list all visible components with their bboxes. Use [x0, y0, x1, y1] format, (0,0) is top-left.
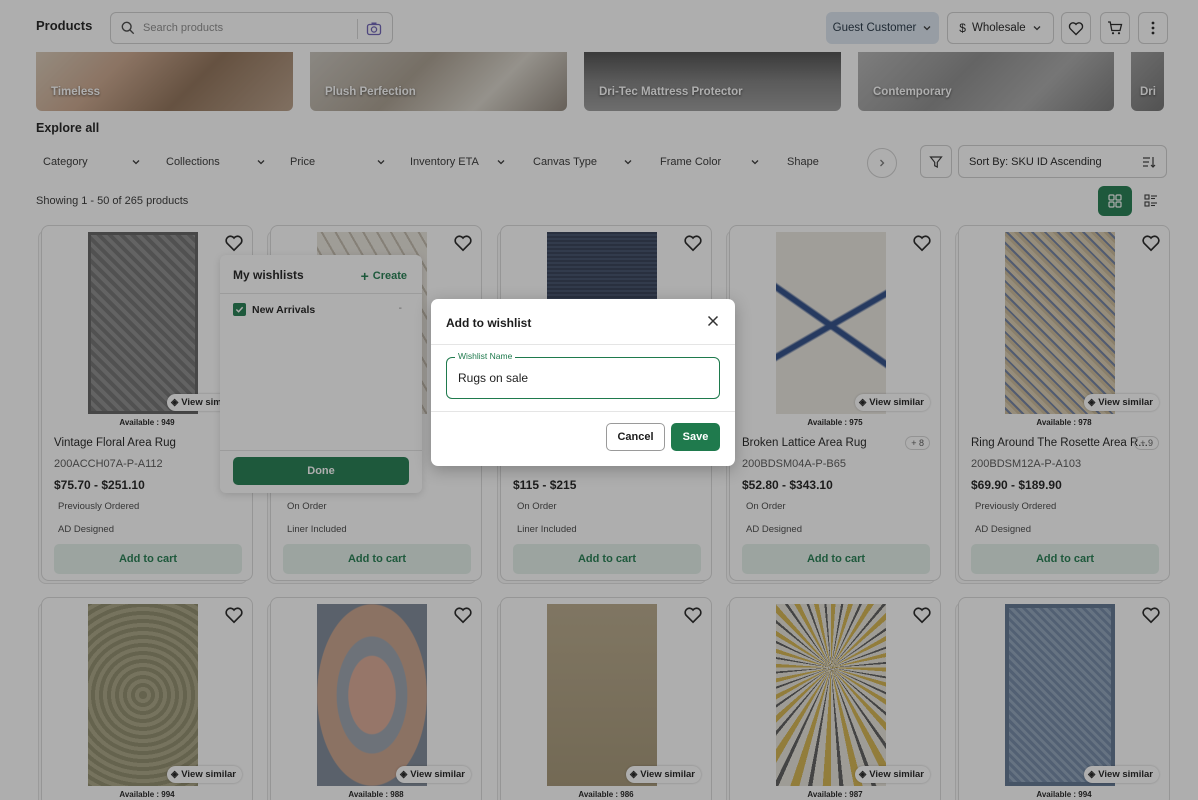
divider: [431, 411, 735, 412]
dialog-title: Add to wishlist: [446, 316, 532, 330]
field-label: Wishlist Name: [455, 351, 516, 361]
add-to-wishlist-dialog: Add to wishlist Wishlist Name Cancel Sav…: [431, 299, 735, 466]
wishlist-name-input[interactable]: [458, 371, 708, 385]
wishlist-name-field[interactable]: Wishlist Name: [446, 351, 720, 399]
save-button[interactable]: Save: [671, 423, 720, 451]
divider: [431, 344, 735, 345]
close-icon[interactable]: [706, 314, 720, 328]
cancel-button[interactable]: Cancel: [606, 423, 665, 451]
